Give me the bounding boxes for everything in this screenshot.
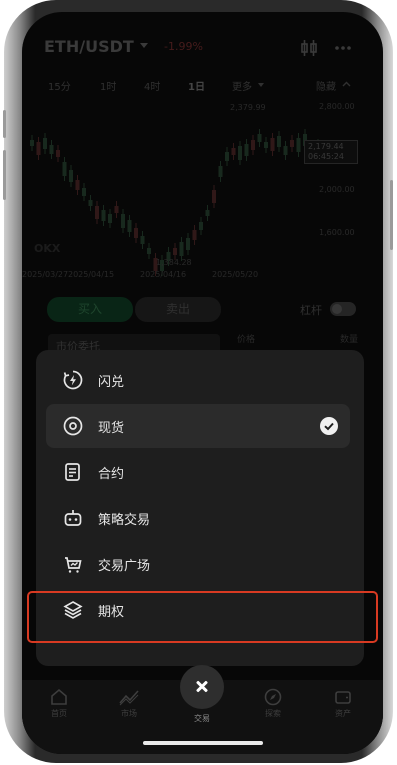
nav-assets[interactable]: 资产 [318,688,368,728]
nav-label: 资产 [335,709,351,718]
nav-label: 市场 [121,709,137,718]
menu-item-label: 策略交易 [98,513,151,528]
futures-icon [65,463,80,481]
home-icon [51,688,67,705]
nav-label: 交易 [194,714,210,723]
bot-icon [64,510,82,526]
marketplace-icon [65,557,82,573]
menu-item-label: 闪兑 [98,375,125,390]
check-icon [320,417,338,435]
nav-discover[interactable]: 探索 [248,688,298,728]
nav-home[interactable]: 首页 [34,688,84,728]
menu-item-label: 交易广场 [98,559,151,574]
menu-item-flash-swap[interactable]: 闪兑 [46,358,350,402]
screen: ETH/USDT -1.99% 15分 1时 4时 1日 更多 隐藏 2,800… [22,12,383,754]
menu-item-label: 现货 [98,421,125,436]
compass-icon [264,688,282,706]
wallet-icon [335,691,351,704]
side-button [390,180,393,250]
nav-label: 首页 [51,709,67,718]
options-highlight-frame [27,591,378,643]
flash-swap-icon [63,370,83,390]
close-button[interactable] [180,665,224,709]
menu-item-spot[interactable]: 现货 [46,404,350,448]
menu-item-strategy[interactable]: 策略交易 [46,496,350,540]
side-button [3,110,6,138]
menu-item-label: 合约 [98,467,125,482]
menu-item-marketplace[interactable]: 交易广场 [46,542,350,586]
side-button [3,150,6,200]
phone-frame: ETH/USDT -1.99% 15分 1时 4时 1日 更多 隐藏 2,800… [3,0,393,763]
nav-trade[interactable]: 交易 [177,711,227,751]
home-indicator [143,741,263,745]
chart-line-icon [119,690,139,706]
menu-item-futures[interactable]: 合约 [46,450,350,494]
nav-label: 探索 [265,709,281,718]
spot-icon [63,416,83,436]
nav-market[interactable]: 市场 [104,688,154,728]
